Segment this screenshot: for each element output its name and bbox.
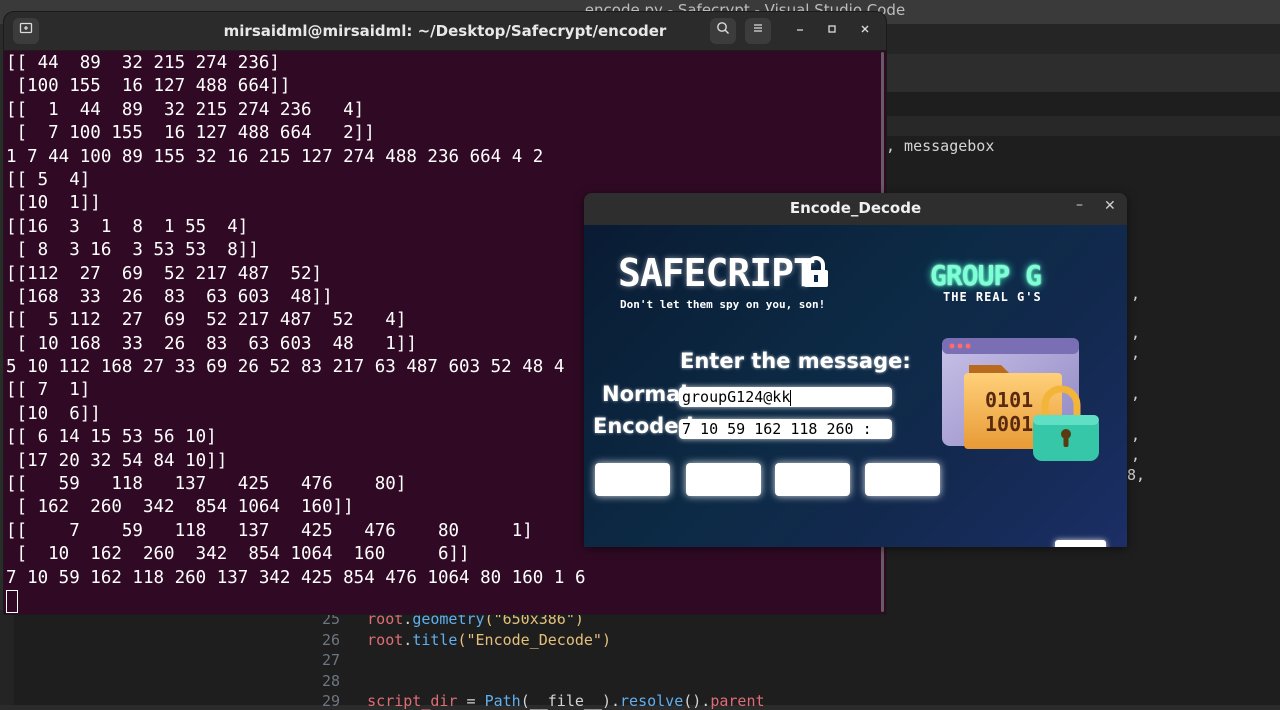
terminal-line: [100 155 16 127 488 664]] xyxy=(6,76,291,97)
terminal-line: 7 10 59 162 118 260 137 342 425 854 476 … xyxy=(6,567,586,588)
copy-button[interactable] xyxy=(775,463,850,496)
close-icon[interactable]: ✕ xyxy=(1104,198,1116,214)
exit-button[interactable] xyxy=(1055,540,1106,547)
code-token: (). xyxy=(683,692,711,710)
minimize-icon[interactable] xyxy=(787,18,813,44)
maximize-icon[interactable] xyxy=(819,18,845,44)
terminal-cursor xyxy=(6,589,18,613)
code-token: script_dir xyxy=(367,692,458,710)
tagline: Don't let them spy on you, son! xyxy=(620,298,826,311)
line-number: 27 xyxy=(322,651,341,669)
encode-button[interactable] xyxy=(595,463,670,496)
code-fragment: , xyxy=(1131,385,1141,403)
vscode-breadcrumb-bar xyxy=(885,54,1280,92)
clear-button[interactable] xyxy=(865,463,940,496)
minimize-icon[interactable]: – xyxy=(1076,197,1083,213)
app-title: Encode_Decode xyxy=(789,199,922,217)
terminal-line: [[ 5 4] xyxy=(6,169,91,190)
vscode-tab-bar xyxy=(885,24,1280,54)
code-line: 26 root.title("Encode_Decode") xyxy=(322,631,611,649)
code-fragment: 8, xyxy=(1127,466,1146,484)
code-token: root xyxy=(367,631,404,649)
code-fragment: , xyxy=(1131,285,1141,303)
code-line: 28 xyxy=(322,672,367,690)
app-background: SAFECRIPT Don't let them spy on you, son… xyxy=(584,225,1127,547)
line-number: 29 xyxy=(322,692,341,710)
code-line: 27 xyxy=(322,651,367,669)
code-fragment: , xyxy=(1131,344,1141,362)
code-token: parent xyxy=(710,692,765,710)
terminal-line: [[ 1 44 89 32 215 274 236 4] xyxy=(6,99,365,120)
code-fragment: , xyxy=(1131,446,1141,464)
normal-label: Normal xyxy=(602,382,688,406)
prompt-label: Enter the message: xyxy=(680,349,911,373)
menu-icon[interactable] xyxy=(745,18,771,44)
encoded-input-value: 7 10 59 162 118 260 : xyxy=(682,420,872,438)
brand-logo: SAFECRIPT xyxy=(618,251,816,295)
group-subtitle: THE REAL G'S xyxy=(943,290,1042,304)
code-line: 29 script_dir = Path(__file__).resolve()… xyxy=(322,692,765,710)
code-token: Path xyxy=(484,692,521,710)
current-line-highlight xyxy=(885,116,1280,136)
terminal-line: [[ 44 89 32 215 274 236] xyxy=(6,53,280,73)
terminal-line: 1 7 44 100 89 155 32 16 215 127 274 488 … xyxy=(6,146,544,167)
line-number: 28 xyxy=(322,672,341,690)
search-icon[interactable] xyxy=(710,18,736,44)
group-title: GROUP G xyxy=(930,259,1042,292)
code-token: resolve xyxy=(620,692,684,710)
code-token: (__file__). xyxy=(520,692,621,710)
code-fragment: , xyxy=(1131,426,1141,444)
close-icon[interactable] xyxy=(852,18,878,44)
code-fragment: , xyxy=(1131,324,1141,342)
code-fragment: , messagebox xyxy=(886,137,995,155)
code-token: = xyxy=(457,692,485,710)
binary-text-2: 1001 xyxy=(985,412,1033,436)
terminal-prompt-line xyxy=(6,589,878,613)
vscode-sidebar xyxy=(0,610,296,705)
encoded-input[interactable]: 7 10 59 162 118 260 : xyxy=(679,419,892,439)
terminal-header: mirsaidml@mirsaidml: ~/Desktop/Safecrypt… xyxy=(4,12,886,51)
line-number: 26 xyxy=(322,631,341,649)
code-token: ("Encode_Decode") xyxy=(457,631,611,649)
terminal-line: [ 7 100 155 16 127 488 664 2]] xyxy=(6,123,375,144)
code-token: title xyxy=(412,631,458,649)
normal-input[interactable]: groupG124@kk xyxy=(679,387,892,407)
decode-button[interactable] xyxy=(686,463,761,496)
padlock-icon xyxy=(804,256,828,287)
binary-text-1: 0101 xyxy=(985,388,1033,412)
normal-input-value: groupG124@kk xyxy=(682,388,791,406)
code-token: . xyxy=(403,631,413,649)
folder-lock-illustration: 0101 1001 xyxy=(942,338,1099,461)
encode-decode-window[interactable]: Encode_Decode – ✕ SAFECRIPT Don't let th… xyxy=(584,193,1127,547)
text-caret xyxy=(790,389,792,406)
app-title-bar: Encode_Decode – ✕ xyxy=(584,193,1127,225)
